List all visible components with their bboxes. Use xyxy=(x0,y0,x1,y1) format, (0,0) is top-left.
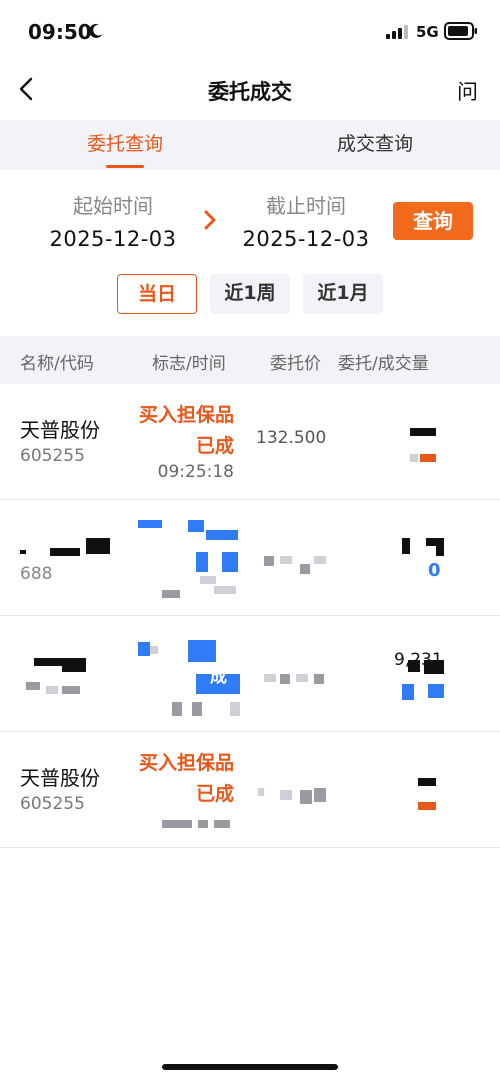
table-row[interactable]: 天普股份 605255 买入担保品 已成 xyxy=(0,732,500,848)
tab-underline xyxy=(106,165,144,168)
stock-name: 天普股份 xyxy=(20,418,100,442)
header-order-volume: 委托/成交量 xyxy=(338,354,429,374)
start-date-label: 起始时间 xyxy=(73,194,153,218)
order-price: 132.500 xyxy=(256,428,327,448)
query-button[interactable]: 查询 xyxy=(393,202,473,240)
table-row[interactable]: 688 0 xyxy=(0,500,500,616)
start-date-value: 2025-12-03 xyxy=(49,227,177,251)
help-button[interactable]: 问 xyxy=(457,76,478,106)
order-status-partial: 成 xyxy=(210,667,227,687)
order-flag: 买入担保品 xyxy=(138,404,234,426)
range-month-button[interactable]: 近1月 xyxy=(303,274,383,314)
query-tabs: 委托查询 成交查询 xyxy=(0,120,500,170)
arrow-right-icon xyxy=(204,210,216,230)
header-name-code: 名称/代码 xyxy=(20,354,94,374)
network-label: 5G xyxy=(416,23,439,41)
home-indicator[interactable] xyxy=(162,1064,338,1070)
stock-code: 605255 xyxy=(20,794,85,814)
range-today-button[interactable]: 当日 xyxy=(117,274,197,314)
filled-volume-partial: 0 xyxy=(428,560,441,581)
header-flag-time: 标志/时间 xyxy=(152,354,226,374)
stock-name: 天普股份 xyxy=(20,766,100,790)
page-title: 委托成交 xyxy=(208,80,292,104)
moon-icon xyxy=(89,23,103,38)
stock-code-partial: 688 xyxy=(20,564,53,584)
table-row[interactable]: 成 9,231 xyxy=(0,616,500,732)
status-bar: 09:50 5G xyxy=(0,0,500,62)
order-status: 已成 xyxy=(195,783,234,805)
order-time: 09:25:18 xyxy=(157,462,234,482)
table-header: 名称/代码 标志/时间 委托价 委托/成交量 xyxy=(0,336,500,384)
signal-icon xyxy=(386,25,408,39)
battery-icon xyxy=(444,22,477,40)
status-time: 09:50 xyxy=(28,20,92,44)
order-status: 已成 xyxy=(195,435,234,457)
order-flag: 买入担保品 xyxy=(138,752,234,774)
tab-order-query[interactable]: 委托查询 xyxy=(0,120,250,170)
table-row[interactable]: 天普股份 605255 买入担保品 已成 09:25:18 132.500 xyxy=(0,384,500,500)
end-date-value: 2025-12-03 xyxy=(242,227,370,251)
end-date-picker[interactable]: 截止时间 2025-12-03 xyxy=(226,190,386,251)
order-query-screen: 09:50 5G 委托成交 问 委托查询 成交查询 起始时间 2025-12-0… xyxy=(0,0,500,1082)
nav-bar: 委托成交 问 xyxy=(0,62,500,118)
range-week-button[interactable]: 近1周 xyxy=(210,274,290,314)
end-date-label: 截止时间 xyxy=(266,194,346,218)
header-order-price: 委托价 xyxy=(270,354,321,374)
start-date-picker[interactable]: 起始时间 2025-12-03 xyxy=(33,190,193,251)
tab-trade-query[interactable]: 成交查询 xyxy=(250,120,500,170)
stock-code: 605255 xyxy=(20,446,85,466)
